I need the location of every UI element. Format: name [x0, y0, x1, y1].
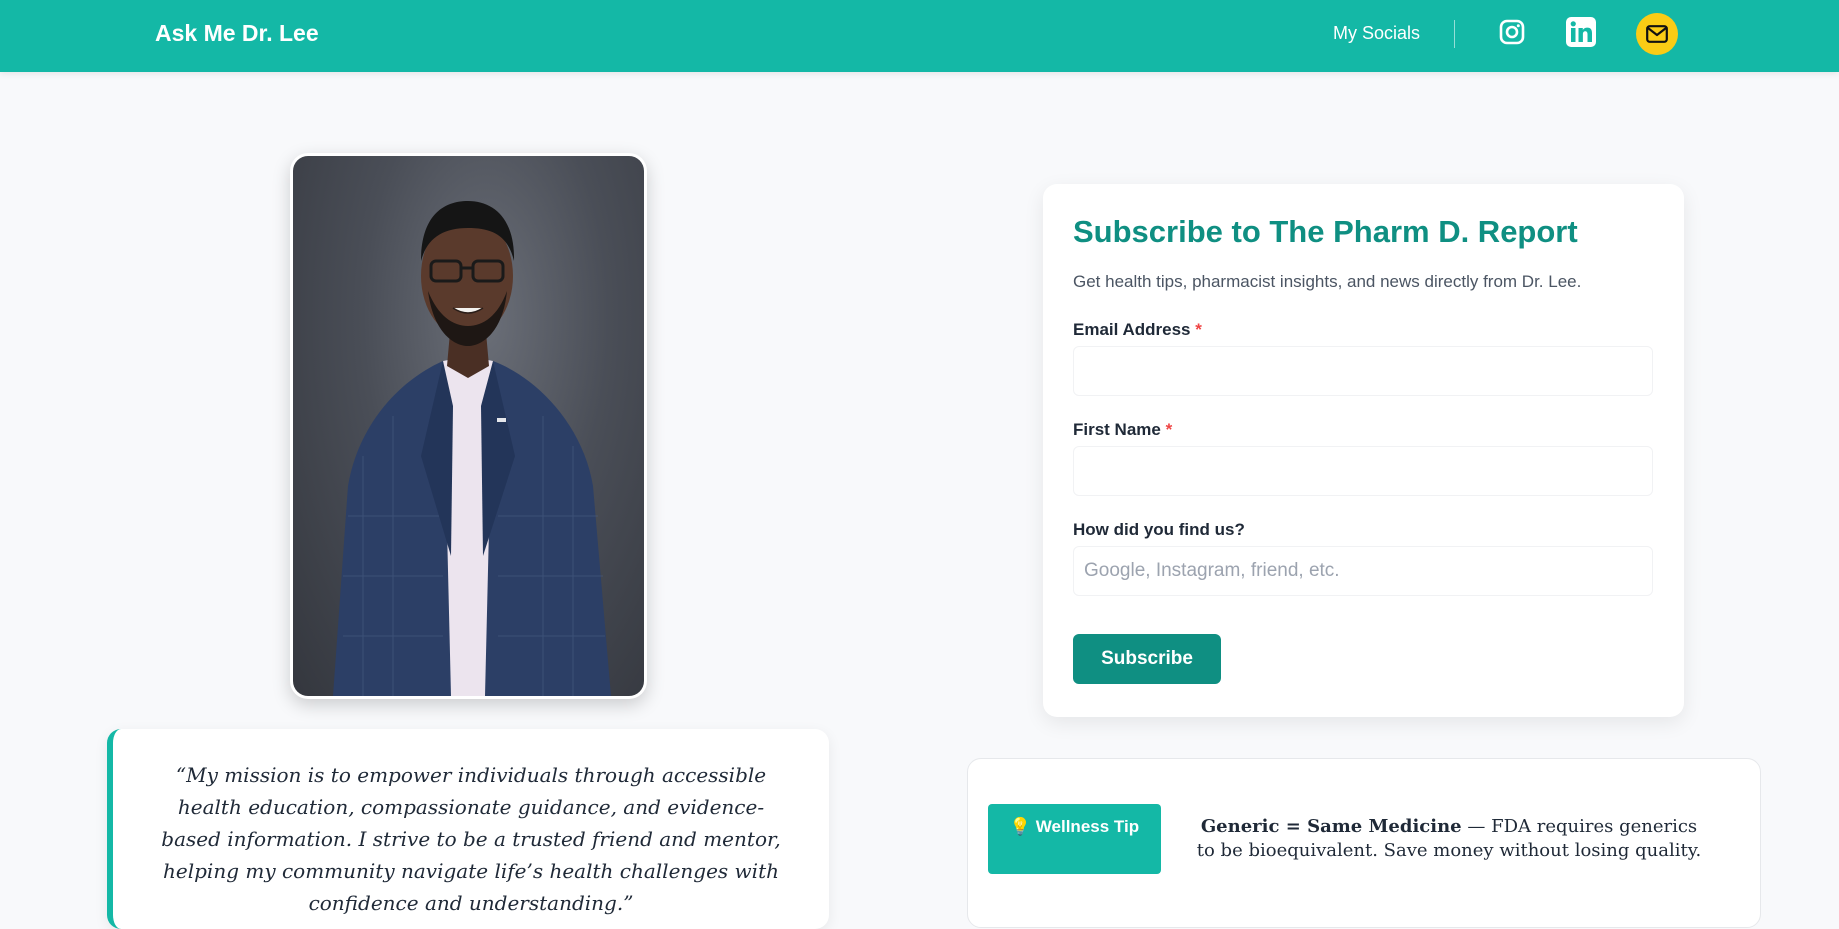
wellness-tip-badge: 💡 Wellness Tip	[988, 804, 1161, 874]
email-label-text: Email Address	[1073, 320, 1191, 339]
top-navbar: Ask Me Dr. Lee My Socials	[0, 0, 1839, 72]
brand-logo-link[interactable]: Ask Me Dr. Lee	[155, 20, 319, 47]
first-name-label-text: First Name	[1073, 420, 1161, 439]
first-name-field[interactable]	[1073, 446, 1653, 496]
source-field[interactable]	[1073, 546, 1653, 596]
subscribe-title: Subscribe to The Pharm D. Report	[1073, 214, 1578, 249]
profile-photo	[293, 156, 644, 696]
source-label: How did you find us?	[1073, 520, 1245, 539]
wellness-tip-card: 💡 Wellness Tip Generic = Same Medicine —…	[967, 758, 1761, 928]
first-name-group: First Name *	[1073, 420, 1654, 496]
subscribe-card: Subscribe to The Pharm D. Report Get hea…	[1043, 184, 1684, 717]
required-mark: *	[1165, 420, 1173, 439]
mission-quote: “My mission is to empower individuals th…	[161, 763, 781, 915]
email-label: Email Address *	[1073, 320, 1654, 340]
my-socials-link[interactable]: My Socials	[1333, 23, 1420, 44]
mail-icon[interactable]	[1636, 13, 1678, 55]
lightbulb-icon: 💡	[1009, 817, 1032, 836]
email-field[interactable]	[1073, 346, 1653, 396]
required-mark: *	[1195, 320, 1202, 339]
subscribe-description: Get health tips, pharmacist insights, an…	[1073, 272, 1582, 291]
nav-divider	[1454, 20, 1455, 48]
first-name-label: First Name *	[1073, 420, 1654, 440]
linkedin-icon[interactable]	[1565, 16, 1597, 48]
wellness-tip-headline: Generic = Same Medicine	[1200, 816, 1462, 837]
mission-quote-card: “My mission is to empower individuals th…	[107, 729, 829, 929]
source-group: How did you find us?	[1073, 520, 1654, 596]
profile-photo-frame	[290, 153, 647, 699]
wellness-tip-text: Generic = Same Medicine — FDA requires g…	[1196, 815, 1702, 863]
email-group: Email Address *	[1073, 320, 1654, 396]
instagram-icon[interactable]	[1496, 16, 1528, 48]
subscribe-button[interactable]: Subscribe	[1073, 634, 1221, 684]
wellness-tip-badge-label: Wellness Tip	[1035, 817, 1140, 836]
